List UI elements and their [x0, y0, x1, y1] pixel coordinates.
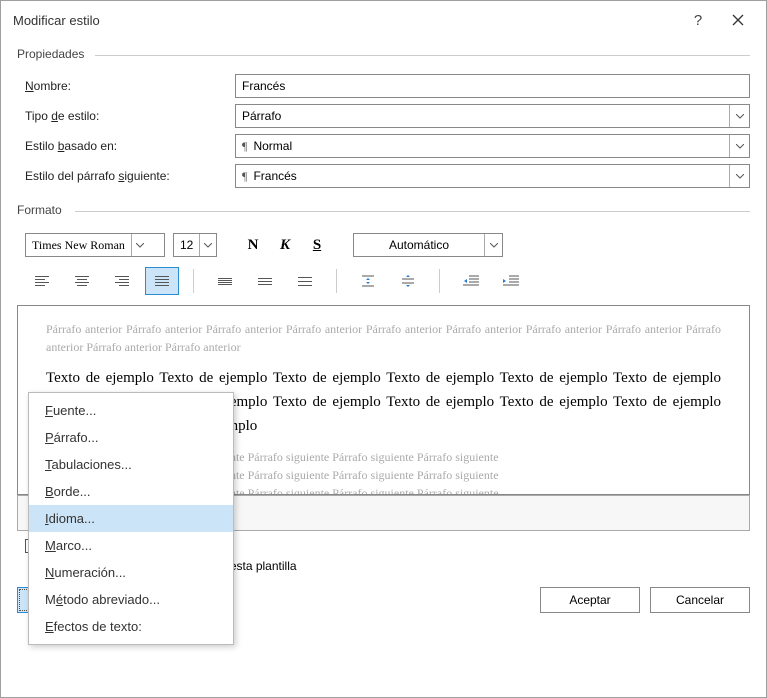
name-input[interactable] [235, 74, 750, 98]
align-left-icon [35, 276, 49, 286]
chevron-down-icon [729, 105, 749, 127]
based-on-label: Estilo basado en: [25, 139, 235, 153]
underline-button[interactable]: S [305, 233, 329, 257]
font-color-select[interactable]: Automático [353, 233, 503, 257]
font-family-select[interactable]: Times New Roman [25, 233, 165, 257]
titlebar: Modificar estilo ? [1, 1, 766, 39]
spacing-15-icon [258, 278, 272, 285]
format-popup-menu: Fuente... Párrafo... Tabulaciones... Bor… [28, 392, 234, 645]
based-on-select[interactable]: ¶ Normal [235, 134, 750, 158]
menu-text-effects[interactable]: Efectos de texto: [29, 613, 233, 640]
spacing-2-icon [298, 277, 312, 286]
preview-previous-paragraph: Párrafo anterior Párrafo anterior Párraf… [46, 320, 721, 356]
style-type-select[interactable]: Párrafo [235, 104, 750, 128]
properties-section-label: Propiedades [17, 43, 750, 71]
menu-shortcut[interactable]: Método abreviado... [29, 586, 233, 613]
space-before-increase-icon [359, 273, 377, 289]
style-type-value: Párrafo [242, 109, 281, 123]
chevron-down-icon [484, 234, 502, 256]
pilcrow-icon: ¶ [242, 169, 247, 184]
space-before-increase-button[interactable] [351, 267, 385, 295]
align-justify-icon [155, 276, 169, 286]
align-right-button[interactable] [105, 267, 139, 295]
ok-button[interactable]: Aceptar [540, 587, 640, 613]
increase-indent-icon [502, 274, 520, 288]
spacing-15-button[interactable] [248, 267, 282, 295]
help-button[interactable]: ? [678, 7, 718, 33]
chevron-down-icon [131, 234, 149, 256]
spacing-2-button[interactable] [288, 267, 322, 295]
decrease-indent-button[interactable] [454, 267, 488, 295]
close-button[interactable] [718, 7, 758, 33]
chevron-down-icon [199, 234, 216, 256]
cancel-button[interactable]: Cancelar [650, 587, 750, 613]
style-type-label: Tipo de estilo: [25, 109, 235, 123]
following-paragraph-select[interactable]: ¶ Francés [235, 164, 750, 188]
dialog-title: Modificar estilo [13, 13, 678, 28]
chevron-down-icon [729, 135, 749, 157]
menu-numbering[interactable]: Numeración... [29, 559, 233, 586]
following-paragraph-label: Estilo del párrafo siguiente: [25, 169, 235, 183]
space-before-decrease-button[interactable] [391, 267, 425, 295]
align-right-icon [115, 276, 129, 286]
decrease-indent-icon [462, 274, 480, 288]
increase-indent-button[interactable] [494, 267, 528, 295]
separator [193, 269, 194, 293]
italic-button[interactable]: K [273, 233, 297, 257]
modify-style-dialog: Modificar estilo ? Propiedades Nombre: T… [0, 0, 767, 698]
menu-paragraph[interactable]: Párrafo... [29, 424, 233, 451]
menu-frame[interactable]: Marco... [29, 532, 233, 559]
align-justify-button[interactable] [145, 267, 179, 295]
space-before-decrease-icon [399, 273, 417, 289]
align-left-button[interactable] [25, 267, 59, 295]
menu-language[interactable]: Idioma... [29, 505, 233, 532]
spacing-1-icon [218, 278, 232, 285]
separator [439, 269, 440, 293]
font-size-select[interactable]: 12 [173, 233, 217, 257]
menu-font[interactable]: Fuente... [29, 397, 233, 424]
menu-border[interactable]: Borde... [29, 478, 233, 505]
format-section-label: Formato [17, 199, 750, 227]
spacing-1-button[interactable] [208, 267, 242, 295]
close-icon [732, 14, 744, 26]
menu-tabs[interactable]: Tabulaciones... [29, 451, 233, 478]
align-center-icon [75, 276, 89, 286]
based-on-value: Normal [253, 139, 292, 153]
separator [336, 269, 337, 293]
following-paragraph-value: Francés [253, 169, 296, 183]
align-center-button[interactable] [65, 267, 99, 295]
pilcrow-icon: ¶ [242, 139, 247, 154]
bold-button[interactable]: N [241, 233, 265, 257]
name-label: Nombre: [25, 79, 235, 93]
chevron-down-icon [729, 165, 749, 187]
